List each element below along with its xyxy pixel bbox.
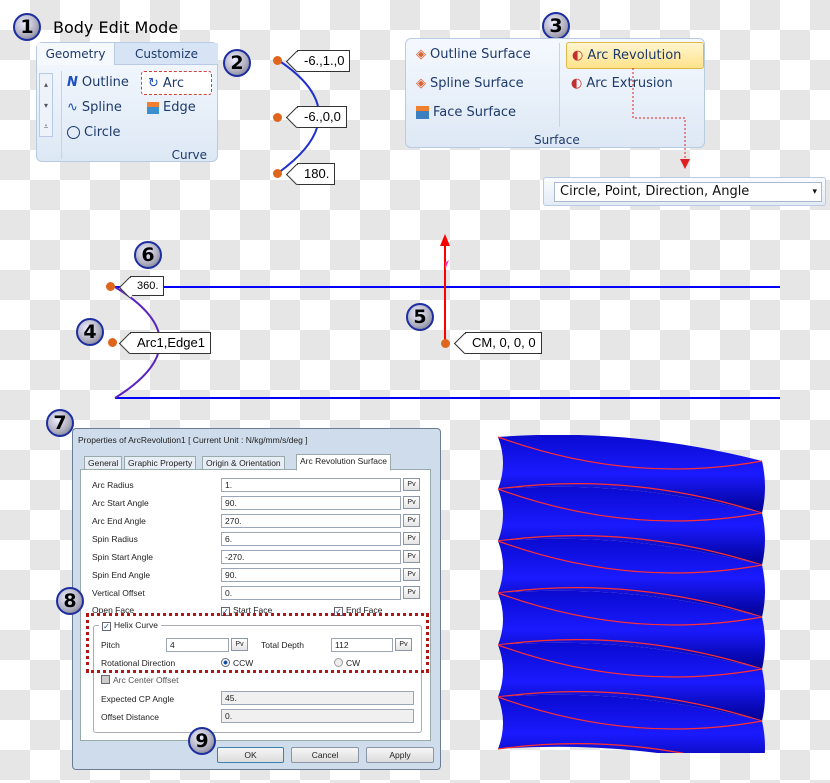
tab-graphic-property[interactable]: Graphic Property [124, 456, 197, 470]
circle-button[interactable]: Circle [67, 125, 121, 140]
step-badge-2: 2 [223, 49, 251, 77]
mode-title: Body Edit Mode [53, 18, 179, 37]
spin-end-angle-pv-button[interactable]: Pv [403, 568, 420, 581]
spin-radius-label: Spin Radius [92, 534, 138, 544]
cancel-button[interactable]: Cancel [291, 747, 359, 763]
spin-end-angle-input[interactable]: 90. [221, 568, 401, 582]
face-surface-icon [416, 106, 429, 119]
chevron-down-icon: ▾ [812, 187, 817, 197]
arc-button[interactable]: ↻ Arc [141, 71, 212, 95]
spin-radius-pv-button[interactable]: Pv [403, 532, 420, 545]
helix-surface-render [497, 435, 765, 753]
start-point-label: -6.,1.,0 [297, 50, 351, 72]
arc-radius-pv-button[interactable]: Pv [403, 478, 420, 491]
method-dropdown[interactable]: Circle, Point, Direction, Angle ▾ [554, 182, 822, 202]
face-surface-button[interactable]: Face Surface [416, 105, 516, 120]
cm-label: CM, 0, 0, 0 [465, 332, 542, 354]
gallery-scroll[interactable]: ▴ ▾ ⩡ [39, 73, 53, 137]
spline-surface-button[interactable]: ◈ Spline Surface [416, 76, 524, 91]
arc-point-start[interactable] [273, 56, 282, 65]
step-badge-8: 8 [56, 587, 84, 615]
arc-point-angle[interactable] [273, 169, 282, 178]
arc-end-angle-input[interactable]: 270. [221, 514, 401, 528]
expected-cp-angle-label: Expected CP Angle [101, 694, 175, 704]
axis-arrowhead [440, 234, 450, 246]
arc-start-angle-input[interactable]: 90. [221, 496, 401, 510]
step-badge-9: 9 [188, 727, 216, 755]
viewport-canvas [114, 234, 780, 399]
arc-end-angle-pv-button[interactable]: Pv [403, 514, 420, 527]
arc-revolution-icon: ◐ [572, 48, 584, 63]
spline-icon: ∿ [67, 100, 78, 115]
arc-point-center[interactable] [273, 113, 282, 122]
arc-extrusion-icon: ◐ [571, 76, 583, 91]
offset-distance-input: 0. [221, 709, 414, 723]
edge-icon [147, 101, 159, 114]
checkbox-icon [101, 675, 110, 684]
spin-radius-input[interactable]: 6. [221, 532, 401, 546]
apply-button[interactable]: Apply [366, 747, 434, 763]
angle-label: 180. [297, 163, 336, 185]
step-badge-7: 7 [46, 409, 74, 437]
outline-surface-icon: ◈ [416, 47, 426, 62]
helix-highlight [86, 613, 429, 673]
edge-label: Arc1,Edge1 [130, 332, 211, 354]
properties-dialog: Properties of ArcRevolution1 [ Current U… [72, 428, 441, 770]
step-badge-1: 1 [13, 13, 41, 41]
vertical-offset-label: Vertical Offset [92, 588, 145, 598]
edge-button[interactable]: Edge [147, 100, 196, 115]
revolution-angle-label: 360. [130, 276, 165, 296]
center-point-label: -6.,0,0 [297, 106, 347, 128]
method-dropdown-panel: Circle, Point, Direction, Angle ▾ [543, 177, 826, 206]
spin-end-angle-label: Spin End Angle [92, 570, 151, 580]
tab-general[interactable]: General [84, 456, 123, 470]
dialog-title: Properties of ArcRevolution1 [ Current U… [78, 435, 308, 445]
tab-customize[interactable]: Customize [114, 43, 218, 65]
outline-surface-button[interactable]: ◈ Outline Surface [416, 47, 531, 62]
step-badge-3: 3 [542, 12, 570, 40]
expected-cp-angle-input: 45. [221, 691, 414, 705]
arc-radius-label: Arc Radius [92, 480, 134, 490]
arc-start-angle-pv-button[interactable]: Pv [403, 496, 420, 509]
curve-group-label: Curve [171, 148, 207, 162]
curve-ribbon: Geometry Customize ▴ ▾ ⩡ N Outline ↻ Arc ∿ Sp… [36, 42, 218, 162]
surface-group-label: Surface [534, 133, 580, 147]
tab-origin-orientation[interactable]: Origin & Orientation [202, 456, 285, 470]
outline-icon: N [67, 75, 78, 90]
outline-button[interactable]: N Outline [67, 75, 129, 90]
vertical-offset-pv-button[interactable]: Pv [403, 586, 420, 599]
tab-arc-revolution-surface[interactable]: Arc Revolution Surface [296, 454, 391, 471]
callout-arrow [632, 68, 690, 169]
arc-icon: ↻ [148, 75, 159, 91]
arc-start-angle-label: Arc Start Angle [92, 498, 149, 508]
spin-start-angle-input[interactable]: -270. [221, 550, 401, 564]
edge-point[interactable] [108, 338, 117, 347]
spin-start-angle-label: Spin Start Angle [92, 552, 153, 562]
offset-distance-label: Offset Distance [101, 712, 159, 722]
arc-radius-input[interactable]: 1. [221, 478, 401, 492]
rev-point[interactable] [106, 282, 115, 291]
tab-geometry[interactable]: Geometry [37, 43, 114, 65]
spline-surface-icon: ◈ [416, 76, 426, 91]
arc-end-angle-label: Arc End Angle [92, 516, 146, 526]
spin-start-angle-pv-button[interactable]: Pv [403, 550, 420, 563]
arc-revolution-button[interactable]: ◐ Arc Revolution [566, 42, 704, 69]
ok-button[interactable]: OK [217, 747, 284, 763]
cm-point[interactable] [441, 339, 450, 348]
vertical-offset-input[interactable]: 0. [221, 586, 401, 600]
arc-center-offset-checkbox[interactable]: Arc Center Offset [101, 675, 179, 685]
circle-icon [67, 126, 80, 139]
spline-button[interactable]: ∿ Spline [67, 100, 122, 115]
